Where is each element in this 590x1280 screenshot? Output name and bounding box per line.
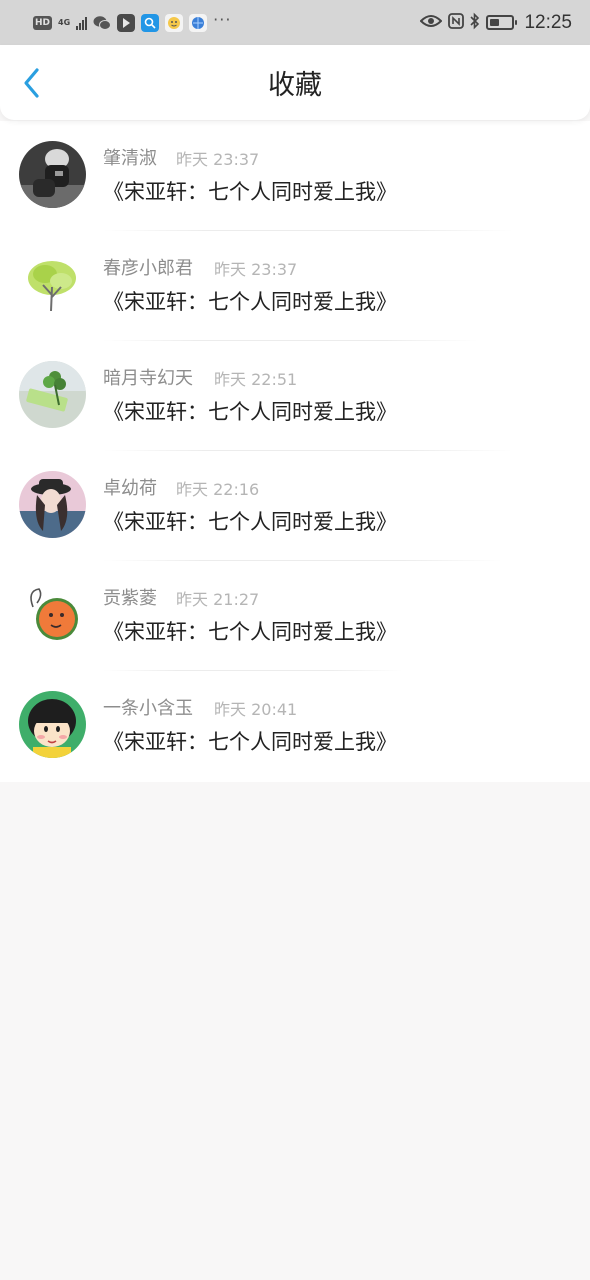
bluetooth-icon [470, 12, 480, 34]
avatar[interactable] [19, 251, 86, 318]
item-title[interactable]: 《宋亚轩：七个人同时爱上我》 [103, 288, 397, 316]
network-indicator: 4G [58, 18, 70, 27]
battery-icon [486, 15, 518, 30]
item-title[interactable]: 《宋亚轩：七个人同时爱上我》 [103, 398, 397, 426]
more-notifications: ··· [213, 10, 232, 29]
avatar[interactable] [19, 691, 86, 758]
item-time: 昨天 22:16 [176, 480, 260, 499]
clover-avatar-icon [19, 361, 86, 428]
list-item[interactable]: 春彦小郎君 昨天 23:37 《宋亚轩：七个人同时爱上我》 [0, 231, 590, 341]
signal-icon [76, 16, 88, 30]
status-bar: HD 4G ··· 12:25 [0, 0, 590, 45]
item-time: 昨天 22:51 [214, 370, 298, 389]
app-icon [117, 13, 136, 32]
avatar[interactable] [19, 141, 86, 208]
page-title: 收藏 [268, 70, 322, 101]
emoji-app-icon [165, 13, 184, 32]
header: 收藏 [0, 45, 590, 120]
item-author: 肇清淑 [103, 148, 157, 169]
photo-avatar-icon [19, 141, 86, 208]
nfc-icon [448, 12, 465, 33]
item-time: 昨天 23:37 [214, 260, 298, 279]
status-right: 12:25 [420, 12, 572, 34]
avatar[interactable] [19, 471, 86, 538]
avatar[interactable] [19, 581, 86, 648]
list-item[interactable]: 肇清淑 昨天 23:37 《宋亚轩：七个人同时爱上我》 [0, 121, 590, 231]
list-item[interactable]: 卓幼荷 昨天 22:16 《宋亚轩：七个人同时爱上我》 [0, 451, 590, 561]
girl-avatar-icon [19, 471, 86, 538]
item-time: 昨天 21:27 [176, 590, 260, 609]
search-app-icon [141, 13, 160, 32]
item-time: 昨天 23:37 [176, 150, 260, 169]
item-author: 一条小含玉 [103, 698, 193, 719]
status-time: 12:25 [524, 11, 572, 33]
avatar[interactable] [19, 361, 86, 428]
list-item[interactable]: 一条小含玉 昨天 20:41 《宋亚轩：七个人同时爱上我》 [0, 671, 590, 781]
list-item[interactable]: 暗月寺幻天 昨天 22:51 《宋亚轩：七个人同时爱上我》 [0, 341, 590, 451]
item-time: 昨天 20:41 [214, 700, 298, 719]
battery-fill [490, 19, 500, 26]
eye-icon [420, 13, 443, 32]
cartoon-avatar-icon [19, 691, 86, 758]
browser-app-icon [189, 13, 208, 32]
favorites-list: 肇清淑 昨天 23:37 《宋亚轩：七个人同时爱上我》 春彦小郎君 昨天 23:… [0, 121, 590, 782]
item-author: 春彦小郎君 [103, 258, 193, 279]
item-title[interactable]: 《宋亚轩：七个人同时爱上我》 [103, 508, 397, 536]
status-left: HD 4G ··· [33, 10, 231, 32]
tree-avatar-icon [19, 251, 86, 318]
item-author: 暗月寺幻天 [103, 368, 193, 389]
item-title[interactable]: 《宋亚轩：七个人同时爱上我》 [103, 728, 397, 756]
network-type: 4G [58, 18, 71, 27]
item-title[interactable]: 《宋亚轩：七个人同时爱上我》 [103, 618, 397, 646]
list-item[interactable]: 贡紫菱 昨天 21:27 《宋亚轩：七个人同时爱上我》 [0, 561, 590, 671]
item-author: 贡紫菱 [103, 588, 157, 609]
hd-icon: HD [33, 15, 53, 30]
item-title[interactable]: 《宋亚轩：七个人同时爱上我》 [103, 178, 397, 206]
item-author: 卓幼荷 [103, 478, 157, 499]
orange-avatar-icon [19, 581, 86, 648]
wechat-icon [93, 14, 112, 32]
